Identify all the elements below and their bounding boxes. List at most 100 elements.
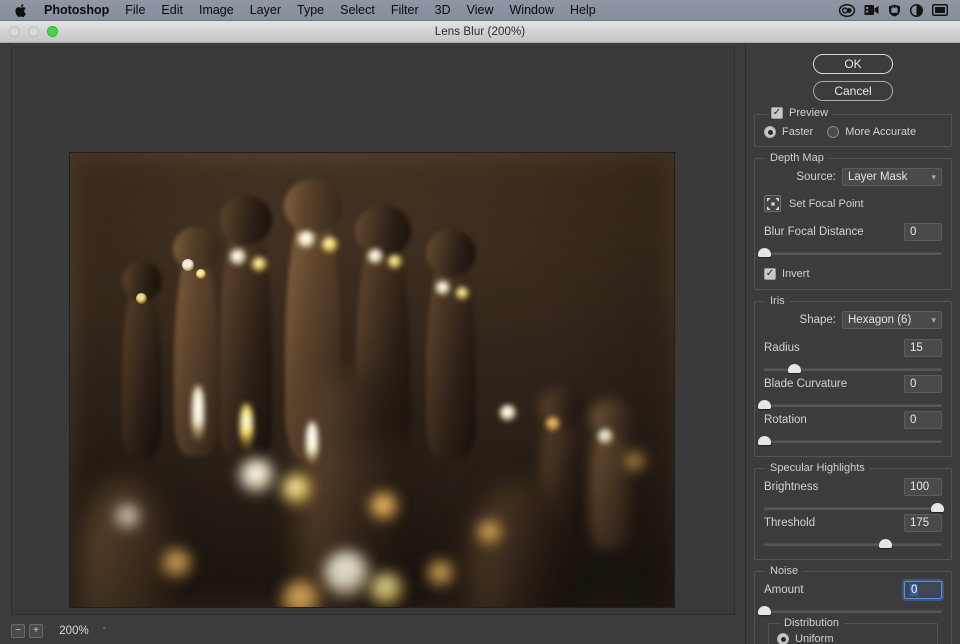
shape-select[interactable]: Hexagon (6) ▾ xyxy=(842,311,942,329)
window-traffic-lights xyxy=(0,26,58,37)
radius-input[interactable]: 15 xyxy=(904,339,942,357)
menu-item-3d[interactable]: 3D xyxy=(427,0,459,21)
radius-label: Radius xyxy=(764,342,800,354)
slider-knob[interactable] xyxy=(879,539,893,548)
focal-target-icon xyxy=(764,195,781,212)
radio-selected-icon xyxy=(764,126,776,138)
preview-image[interactable] xyxy=(69,152,675,608)
radio-selected-icon xyxy=(777,633,789,644)
menu-item-photoshop[interactable]: Photoshop xyxy=(36,0,117,21)
checkbox-checked-icon: ✓ xyxy=(771,107,783,119)
threshold-input[interactable]: 175 xyxy=(904,514,942,532)
brightness-slider[interactable] xyxy=(764,502,944,514)
zoom-window-button[interactable] xyxy=(47,26,58,37)
slider-knob[interactable] xyxy=(930,503,944,512)
threshold-row: Threshold 175 xyxy=(764,514,942,532)
noise-amount-slider[interactable] xyxy=(758,605,942,617)
specular-highlights-group: Specular Highlights Brightness 100 Thres… xyxy=(754,462,952,560)
threshold-slider[interactable] xyxy=(764,538,942,550)
iris-shape-row: Shape: Hexagon (6) ▾ xyxy=(764,311,942,329)
apple-logo-icon[interactable] xyxy=(12,3,30,18)
rotation-row: Rotation 0 xyxy=(764,411,942,429)
preview-mode-faster-label: Faster xyxy=(782,126,814,138)
checkbox-checked-icon: ✓ xyxy=(764,268,776,280)
chevron-down-icon[interactable]: ˇ xyxy=(103,626,106,636)
dialog-action-buttons: OK Cancel xyxy=(754,54,952,101)
menu-item-image[interactable]: Image xyxy=(191,0,242,21)
menu-item-file[interactable]: File xyxy=(117,0,153,21)
zoom-level-value: 200% xyxy=(59,625,89,637)
radius-slider[interactable] xyxy=(764,363,942,375)
slider-track xyxy=(764,404,942,407)
blade-curvature-slider[interactable] xyxy=(758,399,942,411)
specular-highlights-title: Specular Highlights xyxy=(765,462,870,474)
menu-item-filter[interactable]: Filter xyxy=(383,0,427,21)
radius-value: 15 xyxy=(910,342,923,354)
ok-button[interactable]: OK xyxy=(813,54,893,74)
zoom-out-button[interactable]: − xyxy=(11,624,25,638)
preview-label: Preview xyxy=(789,107,829,119)
threshold-value: 175 xyxy=(910,517,930,529)
blur-focal-distance-slider[interactable] xyxy=(758,247,942,259)
brightness-label: Brightness xyxy=(764,481,819,493)
menu-item-select[interactable]: Select xyxy=(332,0,383,21)
brightness-input[interactable]: 100 xyxy=(904,478,942,496)
blade-curvature-row: Blade Curvature 0 xyxy=(764,375,942,393)
blur-focal-distance-input[interactable]: 0 xyxy=(904,223,942,241)
distribution-title: Distribution xyxy=(779,617,845,629)
noise-amount-input[interactable]: 0 xyxy=(904,581,942,599)
menu-item-window[interactable]: Window xyxy=(502,0,562,21)
chevron-down-icon: ▾ xyxy=(931,314,936,325)
preview-checkbox[interactable]: ✓ Preview xyxy=(767,107,833,119)
cancel-button[interactable]: Cancel xyxy=(813,81,893,101)
menu-item-type[interactable]: Type xyxy=(289,0,332,21)
slider-track xyxy=(764,543,942,546)
screen-recording-icon[interactable] xyxy=(864,4,879,16)
slider-knob[interactable] xyxy=(788,364,802,373)
display-contrast-icon[interactable] xyxy=(910,3,923,17)
menu-item-help[interactable]: Help xyxy=(562,0,604,21)
preview-canvas[interactable] xyxy=(11,47,735,615)
shield-icon[interactable] xyxy=(888,4,901,17)
distribution-uniform-label: Uniform xyxy=(795,633,834,644)
radius-row: Radius 15 xyxy=(764,339,942,357)
menu-item-view[interactable]: View xyxy=(459,0,502,21)
creative-cloud-icon[interactable] xyxy=(839,3,855,17)
lens-blur-dialog: − + 200% ˇ OK Cancel ✓ Preview Faster Mo… xyxy=(0,43,960,644)
invert-checkbox[interactable]: ✓ Invert xyxy=(764,268,942,280)
distribution-uniform[interactable]: Uniform xyxy=(777,633,929,644)
depth-map-title: Depth Map xyxy=(765,152,829,164)
iris-title: Iris xyxy=(765,295,790,307)
close-window-button[interactable] xyxy=(9,26,20,37)
preview-mode-faster[interactable]: Faster xyxy=(764,126,813,138)
zoom-in-button[interactable]: + xyxy=(29,624,43,638)
menubar-status-icons xyxy=(839,3,952,17)
shape-select-value: Hexagon (6) xyxy=(848,314,912,326)
preview-group: ✓ Preview Faster More Accurate xyxy=(754,107,952,147)
noise-amount-value: 0 xyxy=(910,584,919,596)
display-icon[interactable] xyxy=(932,4,948,16)
brightness-value: 100 xyxy=(910,481,930,493)
menu-item-layer[interactable]: Layer xyxy=(242,0,289,21)
blade-curvature-label: Blade Curvature xyxy=(764,378,848,390)
menu-item-edit[interactable]: Edit xyxy=(153,0,191,21)
rotation-label: Rotation xyxy=(764,414,807,426)
blade-curvature-input[interactable]: 0 xyxy=(904,375,942,393)
slider-knob[interactable] xyxy=(758,400,771,409)
set-focal-point-row[interactable]: Set Focal Point xyxy=(764,195,942,212)
preview-mode-more-accurate[interactable]: More Accurate xyxy=(827,126,916,138)
minimize-window-button[interactable] xyxy=(28,26,39,37)
rotation-input[interactable]: 0 xyxy=(904,411,942,429)
slider-knob[interactable] xyxy=(758,606,771,615)
source-select[interactable]: Layer Mask ▾ xyxy=(842,168,942,186)
slider-knob[interactable] xyxy=(758,436,771,445)
rotation-slider[interactable] xyxy=(758,435,942,447)
brightness-row: Brightness 100 xyxy=(764,478,942,496)
noise-amount-row: Amount 0 xyxy=(764,581,942,599)
noise-amount-label: Amount xyxy=(764,584,804,596)
lens-blur-controls-panel: OK Cancel ✓ Preview Faster More Accurate xyxy=(746,43,960,644)
depth-map-group: Depth Map Source: Layer Mask ▾ Set Focal… xyxy=(754,152,952,290)
radio-unselected-icon xyxy=(827,126,840,138)
shape-label: Shape: xyxy=(799,314,836,326)
slider-knob[interactable] xyxy=(758,248,771,257)
